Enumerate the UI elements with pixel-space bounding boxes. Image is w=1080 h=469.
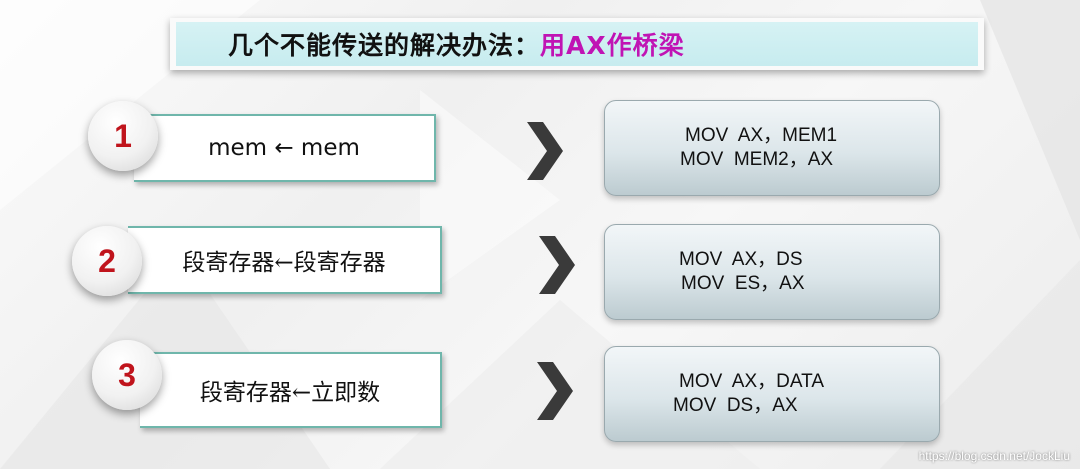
problem-text-2: 段寄存器←段寄存器 — [182, 250, 386, 276]
watermark-text: https://blog.csdn.net/JockLiu — [918, 449, 1070, 463]
title-banner: 几个不能传送的解决办法：用AX作桥梁 — [170, 18, 984, 70]
title-text: 几个不能传送的解决办法：用AX作桥梁 — [228, 26, 685, 62]
number-text-1: 1 — [114, 117, 132, 154]
chevron-right-icon — [527, 122, 563, 180]
solution-box-1: MOV AX，MEM1 MOV MEM2，AX — [604, 100, 940, 196]
problem-text-3: 段寄存器←立即数 — [199, 380, 381, 406]
problem-box-1: mem ← mem — [134, 114, 436, 182]
chevron-right-icon — [537, 362, 573, 420]
solution-line-2-2: MOV ES，AX — [681, 273, 805, 294]
solution-line-1-1: MOV AX，MEM1 — [685, 125, 838, 146]
title-highlight: 用AX作桥梁 — [540, 31, 685, 60]
number-text-3: 3 — [118, 356, 136, 393]
title-banner-inner: 几个不能传送的解决办法：用AX作桥梁 — [176, 22, 978, 66]
problem-box-2: 段寄存器←段寄存器 — [128, 226, 442, 294]
chevron-right-icon — [539, 236, 575, 294]
title-prefix: 几个不能传送的解决办法： — [228, 31, 541, 60]
solution-line-3-1: MOV AX，DATA — [679, 371, 824, 392]
number-text-2: 2 — [98, 242, 116, 279]
number-badge-2: 2 — [72, 226, 142, 296]
problem-box-3: 段寄存器←立即数 — [140, 352, 442, 428]
number-badge-1: 1 — [88, 101, 158, 171]
solution-box-3: MOV AX，DATA MOV DS，AX — [604, 346, 940, 442]
problem-text-1: mem ← mem — [208, 135, 360, 161]
solution-line-1-2: MOV MEM2，AX — [680, 149, 834, 170]
solution-line-3-2: MOV DS，AX — [673, 395, 798, 416]
number-badge-3: 3 — [92, 340, 162, 410]
solution-line-2-1: MOV AX，DS — [679, 249, 803, 270]
solution-box-2: MOV AX，DS MOV ES，AX — [604, 224, 940, 320]
